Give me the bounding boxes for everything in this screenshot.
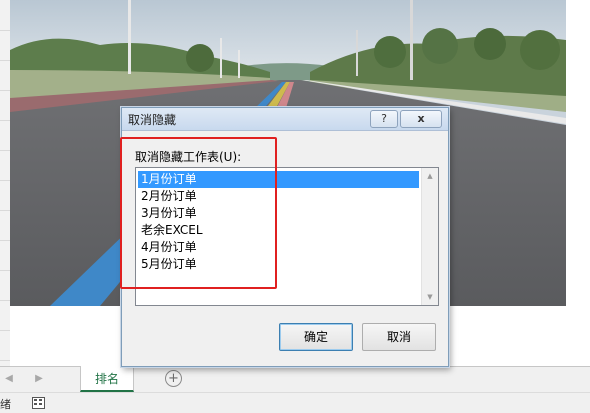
sheet-tab-active[interactable]: 排名 — [80, 366, 134, 392]
page-layout-icon[interactable] — [32, 397, 45, 409]
next-sheet-icon[interactable]: ▶ — [34, 373, 44, 385]
prev-sheet-icon[interactable]: ◀ — [4, 373, 14, 385]
sheet-area-right — [566, 0, 590, 306]
add-sheet-button[interactable]: + — [165, 370, 182, 387]
listbox-scrollbar[interactable]: ▲ ▼ — [421, 168, 438, 305]
ok-button[interactable]: 确定 — [279, 323, 353, 351]
annotation-highlight-box — [120, 137, 277, 289]
status-ready-text: 绪 — [0, 398, 11, 411]
status-bar: 绪 — [0, 392, 590, 413]
close-button[interactable]: x — [400, 110, 442, 128]
dialog-title: 取消隐藏 — [128, 113, 177, 127]
help-button[interactable]: ? — [370, 110, 398, 128]
dialog-titlebar[interactable]: 取消隐藏 ? x — [122, 108, 448, 131]
cancel-button[interactable]: 取消 — [362, 323, 436, 351]
scroll-up-icon[interactable]: ▲ — [422, 168, 438, 184]
scroll-down-icon[interactable]: ▼ — [422, 289, 438, 305]
sheet-tab-bar: ◀ ▶ 排名 + — [0, 366, 590, 393]
